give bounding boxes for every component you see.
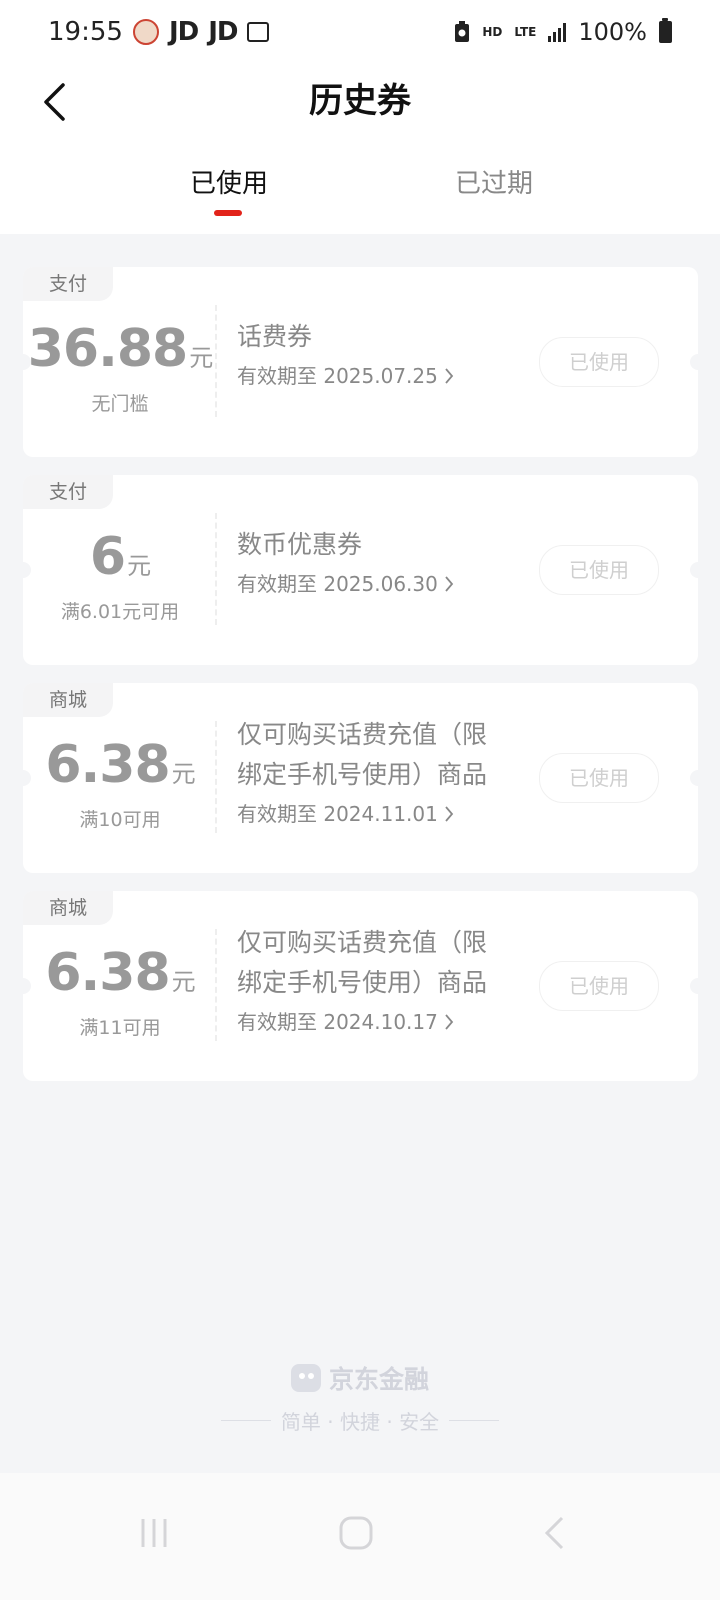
amount-value: 6.38 [45, 735, 170, 795]
tab-expired[interactable]: 已过期 [455, 164, 533, 204]
jd-finance-logo-icon [290, 1364, 321, 1392]
chevron-right-icon [445, 368, 454, 384]
dashed-divider [215, 513, 217, 625]
coupon-amount: 6.38元 [23, 941, 217, 1014]
tab-bar: 已使用 已过期 [0, 164, 720, 234]
battery-icon [659, 18, 672, 43]
coupon-condition: 满10可用 [79, 809, 161, 831]
coupon-list: 支付 36.88元 无门槛 话费券 有效期至 2025.07.25 已使用 支付… [15, 267, 706, 1099]
coupon-title-line-1: 仅可购买话费充值（限 [237, 928, 488, 957]
page-title: 历史券 [309, 81, 411, 121]
coupon-card[interactable]: 支付 36.88元 无门槛 话费券 有效期至 2025.07.25 已使用 [15, 267, 706, 457]
coupon-card[interactable]: 支付 6元 满6.01元可用 数币优惠券 有效期至 2025.06.30 已使用 [15, 475, 706, 665]
coupon-tag: 支付 [23, 267, 113, 301]
footer-brand: 京东金融 [0, 1360, 720, 1396]
coupon-amount-area: 36.88元 无门槛 [23, 317, 217, 418]
amount-unit: 元 [171, 968, 196, 996]
amount-value: 6.38 [45, 943, 170, 1003]
dashed-divider [215, 721, 217, 833]
coupon-validity[interactable]: 有效期至 2025.07.25 [237, 359, 527, 393]
status-used-button[interactable]: 已使用 [539, 961, 659, 1011]
gallery-icon [247, 22, 270, 42]
status-time: 19:55 [48, 17, 123, 47]
card-notch [690, 562, 706, 578]
coupon-info: 话费券 有效期至 2025.07.25 [237, 317, 527, 393]
slogan-text: 简单 · 快捷 · 安全 [280, 1410, 440, 1434]
recent-apps-button[interactable] [124, 1503, 184, 1563]
coupon-title-line-2: 绑定手机号使用）商品 [237, 760, 488, 789]
active-tab-indicator [214, 210, 242, 216]
coupon-amount: 6元 [23, 525, 217, 598]
validity-text: 有效期至 2024.10.17 [237, 1010, 438, 1034]
header: 历史券 已使用 已过期 [0, 64, 720, 234]
notification-jd-1: JD [168, 17, 199, 47]
status-bar: 19:55 JD JD HD LTE 100% [0, 0, 720, 64]
slogan-line-right [449, 1420, 500, 1421]
status-right: HD LTE 100% [454, 18, 672, 46]
system-back-button[interactable] [524, 1503, 584, 1563]
jd-mascot-icon [132, 19, 159, 45]
system-nav-bar [0, 1473, 720, 1600]
coupon-condition: 满6.01元可用 [60, 601, 180, 623]
recycle-lock-icon [455, 21, 470, 42]
hd-indicator: HD [482, 25, 503, 39]
validity-text: 有效期至 2025.07.25 [237, 364, 438, 388]
coupon-amount: 6.38元 [23, 733, 217, 806]
coupon-info: 数币优惠券 有效期至 2025.06.30 [237, 525, 527, 601]
validity-text: 有效期至 2025.06.30 [237, 572, 438, 596]
lte-indicator: LTE [514, 25, 537, 39]
back-arrow-icon [544, 1516, 564, 1550]
amount-value: 36.88 [27, 319, 188, 379]
footer-branding: 京东金融 简单 · 快捷 · 安全 [0, 1360, 720, 1435]
coupon-tag: 支付 [23, 475, 113, 509]
home-button[interactable] [326, 1503, 386, 1563]
battery-percent: 100% [578, 18, 647, 46]
coupon-title: 话费券 [237, 322, 313, 351]
slogan-line-left [220, 1420, 271, 1421]
status-used-button[interactable]: 已使用 [539, 753, 659, 803]
coupon-card[interactable]: 商城 6.38元 满10可用 仅可购买话费充值（限 绑定手机号使用）商品 有效期… [15, 683, 706, 873]
chevron-right-icon [445, 576, 454, 592]
home-icon [339, 1516, 373, 1550]
validity-text: 有效期至 2024.11.01 [237, 802, 438, 826]
recent-apps-icon [141, 1519, 167, 1547]
chevron-right-icon [445, 806, 454, 822]
coupon-card[interactable]: 商城 6.38元 满11可用 仅可购买话费充值（限 绑定手机号使用）商品 有效期… [15, 891, 706, 1081]
amount-unit: 元 [171, 760, 196, 788]
coupon-validity[interactable]: 有效期至 2024.11.01 [237, 797, 527, 831]
coupon-info: 仅可购买话费充值（限 绑定手机号使用）商品 有效期至 2024.11.01 [237, 715, 527, 831]
footer-slogan: 简单 · 快捷 · 安全 [0, 1406, 720, 1435]
coupon-tag: 商城 [23, 683, 113, 717]
signal-icon [548, 22, 567, 42]
dashed-divider [215, 929, 217, 1041]
coupon-tag: 商城 [23, 891, 113, 925]
card-notch [690, 770, 706, 786]
brand-name: 京东金融 [328, 1365, 429, 1394]
coupon-amount-area: 6.38元 满10可用 [23, 733, 217, 834]
coupon-title: 数币优惠券 [237, 530, 363, 559]
coupon-condition: 满11可用 [79, 1017, 161, 1039]
coupon-amount: 36.88元 [23, 317, 217, 390]
coupon-condition: 无门槛 [91, 393, 149, 415]
status-used-button[interactable]: 已使用 [539, 545, 659, 595]
coupon-validity[interactable]: 有效期至 2024.10.17 [237, 1005, 527, 1039]
card-notch [690, 354, 706, 370]
notification-jd-2: JD [208, 17, 238, 47]
amount-unit: 元 [127, 552, 151, 580]
tab-used[interactable]: 已使用 [190, 164, 268, 204]
amount-unit: 元 [189, 344, 213, 372]
coupon-amount-area: 6元 满6.01元可用 [23, 525, 217, 626]
coupon-validity[interactable]: 有效期至 2025.06.30 [237, 567, 527, 601]
dashed-divider [215, 305, 217, 417]
amount-value: 6 [89, 527, 126, 587]
coupon-title-line-2: 绑定手机号使用）商品 [237, 968, 488, 997]
card-notch [690, 978, 706, 994]
coupon-amount-area: 6.38元 满11可用 [23, 941, 217, 1042]
coupon-info: 仅可购买话费充值（限 绑定手机号使用）商品 有效期至 2024.10.17 [237, 923, 527, 1039]
chevron-right-icon [445, 1014, 454, 1030]
status-used-button[interactable]: 已使用 [539, 337, 659, 387]
status-left: 19:55 JD JD [48, 17, 270, 47]
coupon-title-line-1: 仅可购买话费充值（限 [237, 720, 488, 749]
